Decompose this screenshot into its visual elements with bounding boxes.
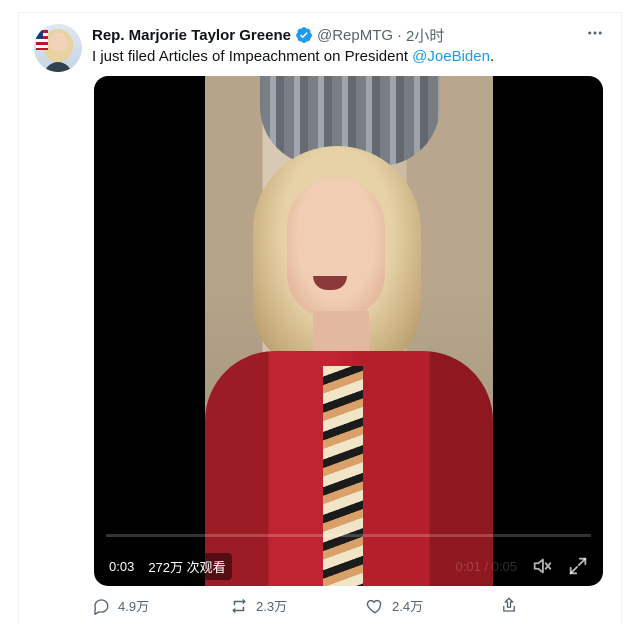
mute-icon[interactable]	[531, 555, 553, 577]
share-icon	[500, 596, 518, 614]
tweet-header: Rep. Marjorie Taylor Greene @RepMTG · 2小…	[92, 25, 444, 45]
avatar[interactable]	[34, 24, 82, 72]
tweet-time[interactable]: 2小时	[406, 25, 444, 46]
more-icon[interactable]	[586, 24, 604, 44]
face-graphic	[287, 178, 385, 318]
video-progress-bar[interactable]	[106, 534, 591, 537]
tweet-text: I just filed Articles of Impeachment on …	[92, 47, 494, 67]
speaker-graphic	[205, 136, 493, 586]
reply-action[interactable]: 4.9万	[92, 596, 149, 615]
video-controls: 0:03 272万 次观看 0:01 / 0:05	[94, 546, 603, 586]
mention-link[interactable]: @JoeBiden	[412, 48, 490, 65]
tweet-text-body: I just filed Articles of Impeachment on …	[92, 48, 413, 65]
verified-badge-icon	[295, 26, 313, 44]
avatar-body-graphic	[44, 62, 72, 72]
author-handle[interactable]: @RepMTG	[317, 27, 393, 44]
video-views: 272万 次观看	[148, 559, 226, 575]
flag-graphic	[36, 30, 48, 50]
author-name[interactable]: Rep. Marjorie Taylor Greene	[92, 27, 291, 44]
like-count: 2.4万	[392, 599, 424, 614]
time-views-badge: 0:03 272万 次观看	[103, 552, 232, 580]
retweet-count: 2.3万	[256, 599, 288, 614]
reply-icon	[92, 597, 110, 615]
tweet-text-end: .	[489, 48, 495, 65]
reply-count: 4.9万	[118, 599, 150, 614]
share-action[interactable]	[500, 596, 518, 614]
retweet-icon	[230, 597, 248, 615]
fullscreen-icon[interactable]	[567, 555, 589, 577]
video-player[interactable]: 0:03 272万 次观看 0:01 / 0:05	[94, 76, 603, 586]
like-action[interactable]: 2.4万	[366, 596, 423, 615]
video-current-time: 0:03	[109, 558, 135, 574]
retweet-action[interactable]: 2.3万	[230, 596, 287, 615]
video-frame	[205, 76, 493, 586]
like-icon	[366, 597, 384, 615]
video-controls-right: 0:01 / 0:05	[456, 546, 589, 586]
separator-dot: ·	[397, 26, 403, 44]
tweet-actions: 4.9万 2.3万 2.4万	[92, 596, 522, 618]
video-remaining-overlay: 0:01 / 0:05	[455, 558, 517, 574]
